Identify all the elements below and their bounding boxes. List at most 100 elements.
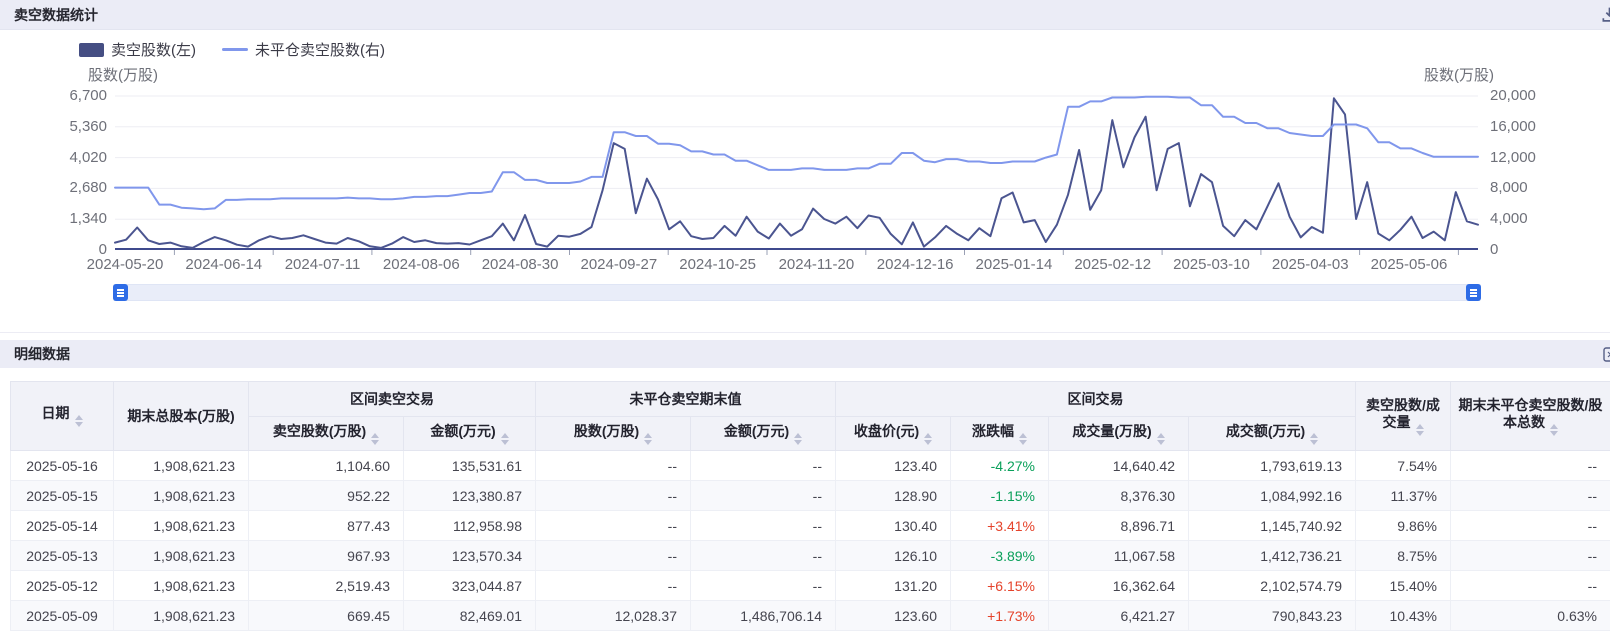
sort-icon[interactable] bbox=[1019, 433, 1027, 445]
cell: 8,376.30 bbox=[1049, 481, 1189, 511]
column-header[interactable]: 金额(万元) bbox=[691, 417, 836, 451]
sort-icon[interactable] bbox=[794, 433, 802, 445]
data-zoom-slider[interactable] bbox=[113, 284, 1481, 301]
y-axis-tick-label: 16,000 bbox=[1490, 118, 1536, 135]
cell: -- bbox=[1451, 541, 1610, 571]
cell: 15.40% bbox=[1356, 571, 1451, 601]
data-zoom-right-handle[interactable] bbox=[1466, 284, 1481, 301]
cell: 1,908,621.23 bbox=[114, 511, 249, 541]
legend-item-open-short-shares[interactable]: 未平仓卖空股数(右) bbox=[222, 39, 385, 60]
table-row[interactable]: 2025-05-161,908,621.231,104.60135,531.61… bbox=[11, 451, 1610, 481]
cell: -- bbox=[1451, 571, 1610, 601]
cell: 123.40 bbox=[836, 451, 951, 481]
column-header-label: 金额(万元) bbox=[724, 423, 789, 439]
cell: 1,145,740.92 bbox=[1189, 511, 1356, 541]
download-icon[interactable] bbox=[1601, 6, 1610, 23]
column-header[interactable]: 收盘价(元) bbox=[836, 417, 951, 451]
column-header[interactable]: 日期 bbox=[11, 382, 114, 451]
table-row[interactable]: 2025-05-131,908,621.23967.93123,570.34--… bbox=[11, 541, 1610, 571]
line-chart-plot[interactable] bbox=[115, 96, 1478, 250]
cell: 2025-05-09 bbox=[11, 601, 114, 631]
cell: 1,908,621.23 bbox=[114, 451, 249, 481]
sort-icon[interactable] bbox=[924, 433, 932, 445]
sort-icon[interactable] bbox=[1310, 433, 1318, 445]
column-header[interactable]: 成交量(万股) bbox=[1049, 417, 1189, 451]
column-header[interactable]: 卖空股数(万股) bbox=[249, 417, 404, 451]
data-zoom-left-handle[interactable] bbox=[113, 284, 128, 301]
cell: -- bbox=[1451, 481, 1610, 511]
cell: 126.10 bbox=[836, 541, 951, 571]
cell: -- bbox=[691, 481, 836, 511]
cell: 7.54% bbox=[1356, 451, 1451, 481]
chart-legend: 卖空股数(左) 未平仓卖空股数(右) bbox=[79, 39, 385, 60]
chart-card: 卖空股数(左) 未平仓卖空股数(右) 股数(万股) 股数(万股) 6,7005,… bbox=[0, 30, 1610, 333]
column-header: 期末总股本(万股) bbox=[114, 382, 249, 451]
column-header-label: 成交额(万元) bbox=[1226, 423, 1305, 439]
column-header: 区间交易 bbox=[836, 382, 1356, 417]
column-header-label: 未平仓卖空期末值 bbox=[630, 391, 742, 407]
column-header[interactable]: 卖空股数/成交量 bbox=[1356, 382, 1451, 451]
cell: 0.63% bbox=[1451, 601, 1610, 631]
cell: 323,044.87 bbox=[404, 571, 536, 601]
table-row[interactable]: 2025-05-141,908,621.23877.43112,958.98--… bbox=[11, 511, 1610, 541]
cell: 1,793,619.13 bbox=[1189, 451, 1356, 481]
y-axis-tick-label: 20,000 bbox=[1490, 87, 1536, 104]
cell: 2025-05-16 bbox=[11, 451, 114, 481]
sort-icon[interactable] bbox=[1157, 433, 1165, 445]
x-axis-ticks: 2024-05-202024-06-142024-07-112024-08-06… bbox=[0, 256, 1610, 276]
column-header[interactable]: 金额(万元) bbox=[404, 417, 536, 451]
column-header[interactable]: 期末未平仓卖空股数/股本总数 bbox=[1451, 382, 1610, 451]
table-row[interactable]: 2025-05-151,908,621.23952.22123,380.87--… bbox=[11, 481, 1610, 511]
x-axis-tick-label: 2025-02-12 bbox=[1074, 256, 1151, 273]
column-header-label: 日期 bbox=[42, 405, 70, 421]
cell: -- bbox=[536, 571, 691, 601]
x-axis-tick-label: 2025-04-03 bbox=[1272, 256, 1349, 273]
table-header: 日期期末总股本(万股)区间卖空交易未平仓卖空期末值区间交易卖空股数/成交量期末未… bbox=[11, 382, 1610, 451]
table-section-header: 明细数据 bbox=[0, 340, 1610, 368]
sort-icon[interactable] bbox=[371, 433, 379, 445]
y-axis-tick-label: 1,340 bbox=[69, 210, 107, 227]
table-row[interactable]: 2025-05-091,908,621.23669.4582,469.0112,… bbox=[11, 601, 1610, 631]
cell: 1,104.60 bbox=[249, 451, 404, 481]
sort-icon[interactable] bbox=[1550, 424, 1558, 436]
cell: +3.41% bbox=[951, 511, 1049, 541]
sort-icon[interactable] bbox=[75, 415, 83, 427]
x-axis-tick-label: 2024-08-30 bbox=[482, 256, 559, 273]
sort-icon[interactable] bbox=[1416, 424, 1424, 436]
table-row[interactable]: 2025-05-121,908,621.232,519.43323,044.87… bbox=[11, 571, 1610, 601]
column-header-label: 成交量(万股) bbox=[1072, 423, 1151, 439]
column-header[interactable]: 股数(万股) bbox=[536, 417, 691, 451]
cell: 123,570.34 bbox=[404, 541, 536, 571]
y-axis-tick-label: 12,000 bbox=[1490, 149, 1536, 166]
column-header-label: 涨跌幅 bbox=[972, 423, 1014, 439]
y-axis-tick-label: 2,680 bbox=[69, 179, 107, 196]
cell: +6.15% bbox=[951, 571, 1049, 601]
right-axis-name: 股数(万股) bbox=[1424, 64, 1494, 85]
sort-icon[interactable] bbox=[644, 433, 652, 445]
y-axis-tick-label: 4,020 bbox=[69, 149, 107, 166]
column-header[interactable]: 涨跌幅 bbox=[951, 417, 1049, 451]
column-header[interactable]: 成交额(万元) bbox=[1189, 417, 1356, 451]
cell: 1,908,621.23 bbox=[114, 571, 249, 601]
x-axis-tick-label: 2024-10-25 bbox=[679, 256, 756, 273]
sort-icon[interactable] bbox=[501, 433, 509, 445]
cell: 112,958.98 bbox=[404, 511, 536, 541]
x-axis-tick-label: 2024-05-20 bbox=[87, 256, 164, 273]
export-excel-icon[interactable] bbox=[1603, 347, 1610, 362]
cell: 1,084,992.16 bbox=[1189, 481, 1356, 511]
column-header: 未平仓卖空期末值 bbox=[536, 382, 836, 417]
cell: 11.37% bbox=[1356, 481, 1451, 511]
cell: 10.43% bbox=[1356, 601, 1451, 631]
column-header-label: 股数(万股) bbox=[574, 423, 639, 439]
cell: 123,380.87 bbox=[404, 481, 536, 511]
column-header-label: 卖空股数(万股) bbox=[273, 423, 366, 439]
cell: 669.45 bbox=[249, 601, 404, 631]
cell: 14,640.42 bbox=[1049, 451, 1189, 481]
cell: -- bbox=[536, 481, 691, 511]
cell: 16,362.64 bbox=[1049, 571, 1189, 601]
cell: -1.15% bbox=[951, 481, 1049, 511]
cell: +1.73% bbox=[951, 601, 1049, 631]
x-axis-tick-label: 2025-05-06 bbox=[1371, 256, 1448, 273]
y-axis-tick-label: 6,700 bbox=[69, 87, 107, 104]
cell: 8,896.71 bbox=[1049, 511, 1189, 541]
